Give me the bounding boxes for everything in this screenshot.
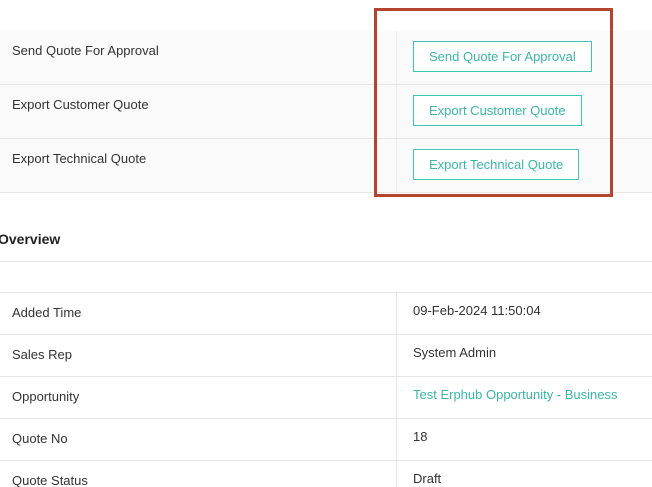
- column-divider: [396, 419, 397, 460]
- overview-section-title: Overview: [0, 231, 61, 247]
- column-divider: [396, 139, 397, 192]
- action-row-export-customer-quote: Export Customer Quote Export Customer Qu…: [0, 85, 652, 139]
- added-time-value: 09-Feb-2024 11:50:04: [413, 303, 541, 318]
- export-customer-quote-button[interactable]: Export Customer Quote: [413, 95, 582, 126]
- column-divider: [396, 293, 397, 334]
- action-label: Export Customer Quote: [12, 97, 149, 112]
- quote-actions-table: Send Quote For Approval Send Quote For A…: [0, 31, 652, 193]
- send-quote-for-approval-button[interactable]: Send Quote For Approval: [413, 41, 592, 72]
- overview-table: Added Time 09-Feb-2024 11:50:04 Sales Re…: [0, 292, 652, 487]
- overview-row-opportunity: Opportunity Test Erphub Opportunity - Bu…: [0, 377, 652, 419]
- field-label: Quote No: [12, 431, 68, 446]
- action-label: Send Quote For Approval: [12, 43, 159, 58]
- column-divider: [396, 31, 397, 84]
- overview-row-added-time: Added Time 09-Feb-2024 11:50:04: [0, 293, 652, 335]
- action-row-export-technical-quote: Export Technical Quote Export Technical …: [0, 139, 652, 193]
- field-label: Opportunity: [12, 389, 80, 404]
- overview-row-quote-status: Quote Status Draft: [0, 461, 652, 487]
- overview-row-quote-no: Quote No 18: [0, 419, 652, 461]
- quote-detail-page: Send Quote For Approval Send Quote For A…: [0, 0, 652, 487]
- column-divider: [396, 85, 397, 138]
- overview-row-sales-rep: Sales Rep System Admin: [0, 335, 652, 377]
- column-divider: [396, 335, 397, 376]
- column-divider: [396, 377, 397, 418]
- top-strip: [0, 0, 652, 32]
- quote-no-value: 18: [413, 429, 428, 444]
- sales-rep-value: System Admin: [413, 345, 497, 360]
- export-technical-quote-button[interactable]: Export Technical Quote: [413, 149, 580, 180]
- field-label: Added Time: [12, 305, 82, 320]
- action-row-send-for-approval: Send Quote For Approval Send Quote For A…: [0, 31, 652, 85]
- opportunity-link[interactable]: Test Erphub Opportunity - Business: [413, 387, 618, 402]
- quote-status-value: Draft: [413, 471, 442, 486]
- field-label: Quote Status: [12, 473, 88, 487]
- field-label: Sales Rep: [12, 347, 72, 362]
- column-divider: [396, 461, 397, 487]
- section-divider: [0, 261, 652, 262]
- action-label: Export Technical Quote: [12, 151, 147, 166]
